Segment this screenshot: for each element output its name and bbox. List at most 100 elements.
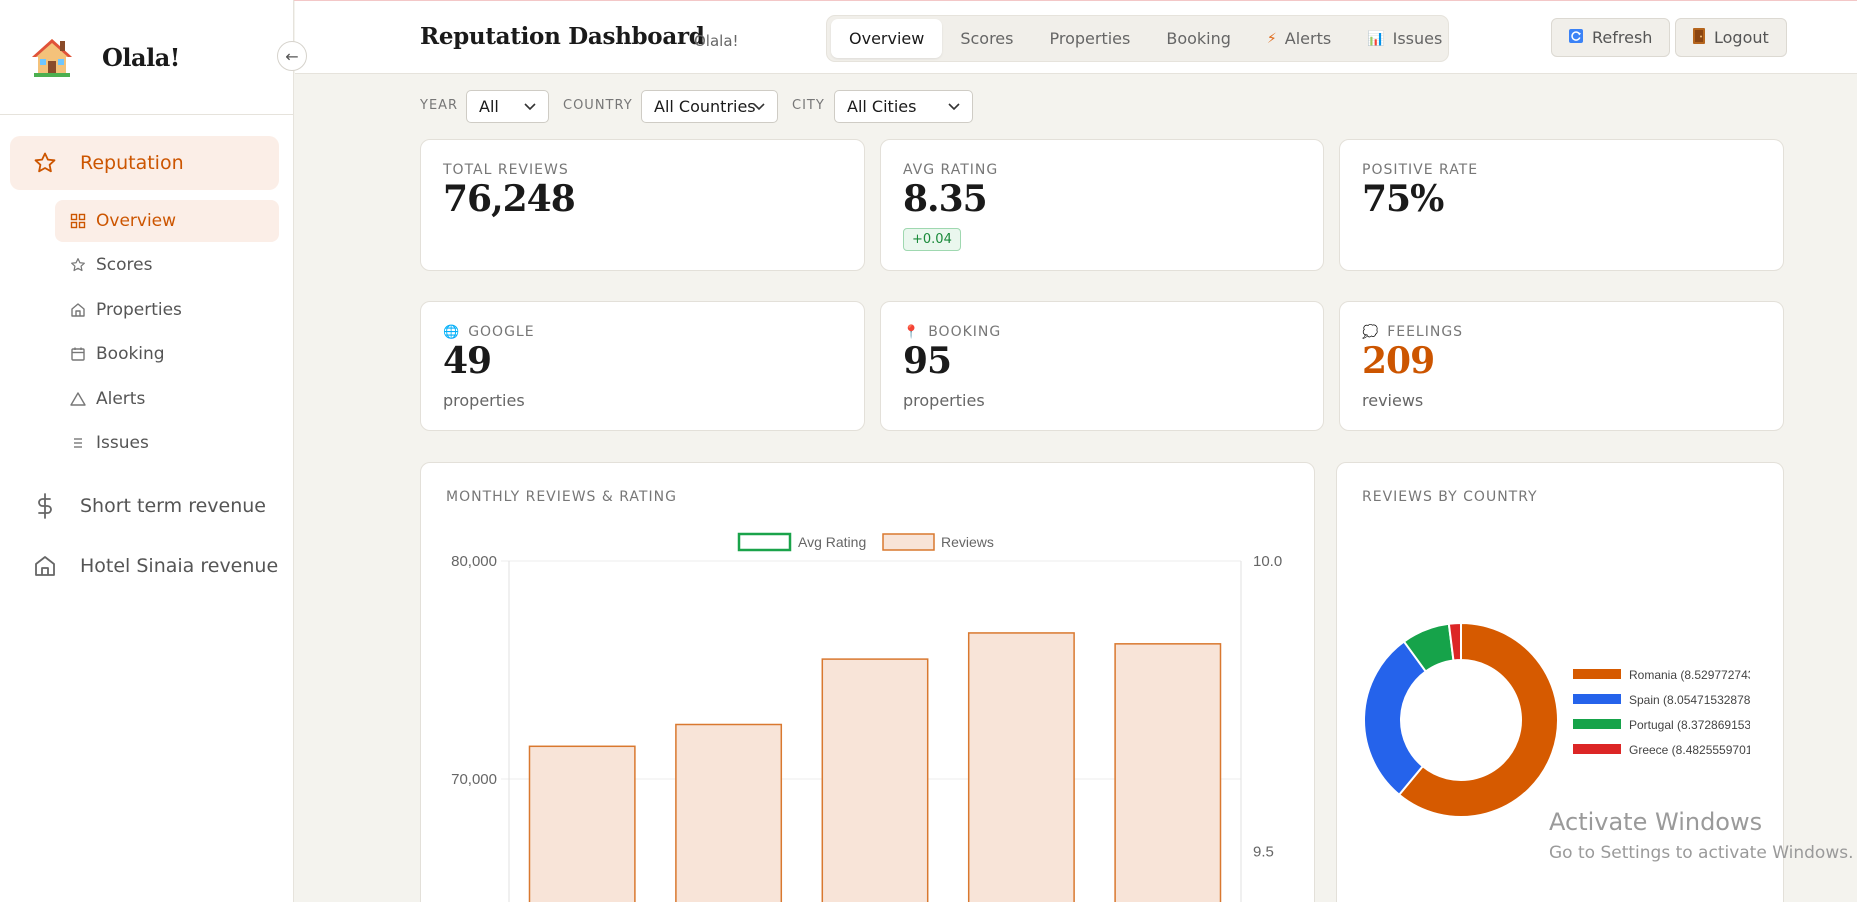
warning-icon (69, 390, 87, 408)
card-sub: reviews (1362, 391, 1424, 410)
y2-tick-label: 10.0 (1253, 553, 1282, 570)
sidebar-item-reputation[interactable]: Reputation (10, 136, 279, 190)
sidebar-subitem-booking[interactable]: Booking (55, 333, 279, 375)
tab-label: Alerts (1284, 29, 1332, 48)
page-subtitle: Olala! (694, 32, 739, 50)
card-label: 🌐 GOOGLE (443, 324, 535, 340)
reviews-bar[interactable] (967, 632, 1075, 902)
sidebar-subitem-label: Issues (96, 433, 149, 453)
card-value: 95 (903, 340, 952, 382)
pin-icon: 📍 (903, 324, 921, 340)
avg-rating-card: AVG RATING 8.35 +0.04 (880, 139, 1324, 271)
reviews-bar[interactable] (675, 723, 783, 902)
card-label: TOTAL REVIEWS (443, 162, 569, 178)
positive-rate-card: POSITIVE RATE 75% (1339, 139, 1784, 271)
country-chart-card: REVIEWS BY COUNTRY Romania (8.529772743 S… (1336, 462, 1784, 902)
logout-button[interactable]: Logout (1675, 18, 1787, 57)
card-label: 📍 BOOKING (903, 324, 1001, 340)
legend-swatch-avg-rating[interactable] (737, 532, 792, 552)
dollar-icon (32, 493, 58, 519)
country-slice-spain[interactable] (1363, 640, 1428, 797)
legend-label: Romania (8.529772743 (1629, 668, 1755, 682)
y-tick-label: 70,000 (451, 771, 497, 788)
refresh-label: Refresh (1592, 28, 1653, 47)
tab-overview[interactable]: Overview (831, 19, 943, 58)
select-value: All (479, 97, 499, 116)
legend-swatch[interactable] (1573, 719, 1621, 729)
reviews-bar[interactable] (1114, 643, 1222, 902)
tab-label: Issues (1392, 29, 1443, 48)
filter-city-label: CITY (792, 98, 825, 113)
sidebar-subitem-alerts[interactable]: Alerts (55, 378, 279, 420)
reviews-bar[interactable] (821, 658, 929, 902)
legend-swatch[interactable] (1573, 694, 1621, 704)
refresh-icon (1569, 28, 1583, 47)
globe-icon: 🌐 (443, 324, 461, 340)
sidebar-item-short-term-revenue[interactable]: Short term revenue (10, 479, 279, 533)
filter-year-label: YEAR (420, 98, 459, 113)
page-title: Reputation Dashboard (420, 23, 705, 50)
reviews-bar[interactable] (528, 745, 636, 902)
legend-swatch[interactable] (1573, 744, 1621, 754)
reviews-by-country-chart: Romania (8.529772743 Spain (8.05471532878… (1363, 621, 1755, 818)
tab-scores[interactable]: Scores (942, 19, 1031, 58)
sidebar-subitem-label: Properties (96, 300, 182, 320)
google-card: 🌐 GOOGLE 49 properties (420, 301, 865, 431)
chevron-down-icon (753, 103, 765, 111)
legend-label-avg-rating: Avg Rating (798, 534, 866, 550)
sidebar-item-label: Short term revenue (80, 495, 266, 517)
card-label: AVG RATING (903, 162, 999, 178)
booking-card: 📍 BOOKING 95 properties (880, 301, 1324, 431)
legend-swatch-reviews[interactable] (882, 533, 935, 551)
legend-swatch[interactable] (1573, 669, 1621, 679)
card-value: 75% (1362, 178, 1444, 220)
sidebar-subitem-label: Scores (96, 255, 153, 275)
windows-activation-subtitle: Go to Settings to activate Windows. (1549, 843, 1854, 863)
sidebar-item-label: Hotel Sinaia revenue (80, 555, 279, 577)
sidebar-subitem-overview[interactable]: Overview (55, 200, 279, 242)
rating-delta-badge: +0.04 (903, 228, 961, 251)
sidebar-subitem-issues[interactable]: Issues (55, 422, 279, 464)
card-label-text: FEELINGS (1387, 324, 1464, 340)
y2-tick-label: 9.5 (1253, 844, 1274, 861)
y-tick-label: 80,000 (451, 553, 497, 570)
door-icon (1693, 27, 1705, 48)
card-sub: properties (443, 391, 525, 410)
sidebar-subitem-scores[interactable]: Scores (55, 244, 279, 286)
card-label-text: GOOGLE (468, 324, 535, 340)
brand[interactable]: Olala! (30, 32, 180, 82)
grid-icon (69, 212, 87, 230)
feelings-card: 💭 FEELINGS 209 reviews (1339, 301, 1784, 431)
tab-booking[interactable]: Booking (1148, 19, 1249, 58)
tab-label: Properties (1049, 29, 1131, 48)
sidebar-item-label: Reputation (80, 152, 184, 174)
house-logo-icon (32, 39, 72, 77)
legend-label: Greece (8.4825559701 (1629, 743, 1753, 757)
city-select[interactable]: All Cities (834, 90, 973, 123)
refresh-button[interactable]: Refresh (1551, 18, 1671, 57)
monthly-reviews-chart: Avg Rating Reviews 70,000 80,000 9.5 10.0 (451, 532, 1282, 902)
sidebar-subitem-properties[interactable]: Properties (55, 289, 279, 331)
filter-country-label: COUNTRY (563, 98, 633, 113)
windows-activation-title: Activate Windows (1549, 808, 1763, 836)
sidebar-subitem-label: Alerts (96, 389, 146, 409)
card-value: 8.35 (903, 178, 988, 220)
tab-label: Booking (1166, 29, 1231, 48)
tab-issues[interactable]: 📊 Issues (1349, 19, 1460, 58)
tab-alerts[interactable]: ⚡ Alerts (1249, 19, 1349, 58)
sidebar-collapse-button[interactable]: ← (277, 41, 307, 71)
country-select[interactable]: All Countries (641, 90, 778, 123)
lightning-icon: ⚡ (1266, 30, 1277, 47)
home-icon (69, 301, 87, 319)
tab-properties[interactable]: Properties (1031, 19, 1148, 58)
sidebar-item-hotel-sinaia-revenue[interactable]: Hotel Sinaia revenue (10, 539, 279, 593)
card-label: POSITIVE RATE (1362, 162, 1479, 178)
sidebar: Olala! Reputation Overview Scores Proper… (0, 0, 294, 902)
legend-label: Portugal (8.372869153 (1629, 718, 1751, 732)
card-label-text: BOOKING (928, 324, 1002, 340)
star-icon (32, 150, 58, 176)
legend-label-reviews: Reviews (941, 534, 994, 550)
year-select[interactable]: All (466, 90, 549, 123)
sidebar-divider (0, 114, 294, 115)
card-value: 76,248 (443, 178, 576, 220)
